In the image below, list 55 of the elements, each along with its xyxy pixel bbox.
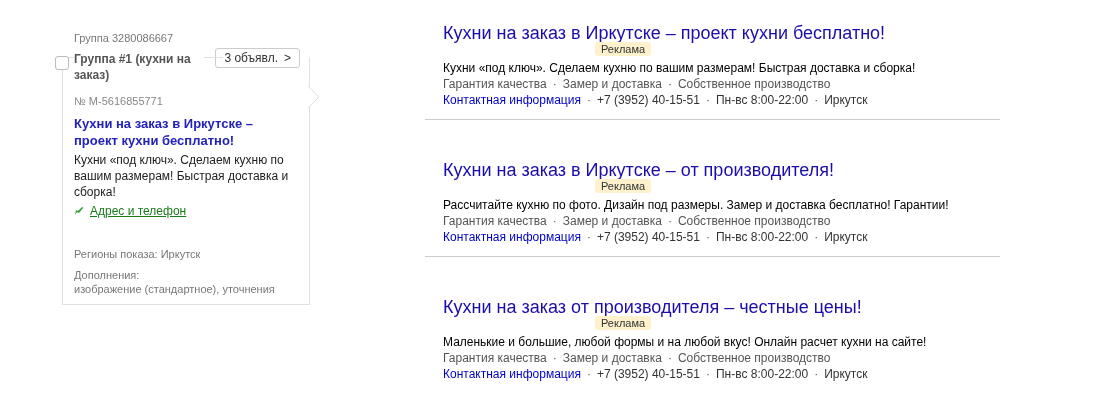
ad-title-link[interactable]: Кухни на заказ от производителя – честные цены! [443,297,1000,317]
separator-dot: · [704,230,711,245]
contact-detail: Пн-вс 8:00-22:00 [715,93,809,108]
contact-detail: Пн-вс 8:00-22:00 [715,230,809,245]
contact-info-link[interactable]: Контактная информация [443,93,581,108]
contact-detail: Иркутск [824,93,868,108]
contact-info-link[interactable]: Контактная информация [443,230,581,245]
group-id: Группа 3280086667 [73,31,175,45]
regions-text: Регионы показа: Иркутск [74,246,202,262]
sitelink[interactable]: Собственное производство [677,77,831,92]
ad-number: № M-5616855771 [74,94,164,109]
ads-count-button[interactable]: 3 объявл. > [215,48,300,68]
address-phone-link[interactable]: Адрес и телефон [90,201,187,220]
extras-text: изображение (стандартное), уточнения [74,282,276,296]
ad-text: Кухни «под ключ». Сделаем кухню по вашим размерам! Быстрая доставка и сборка! [74,151,290,200]
contact-detail: +7 (3952) 40-15-51 [596,93,700,108]
sitelink[interactable]: Замер и доставка [562,214,662,229]
separator-dot: · [551,77,558,92]
ad-title-link[interactable]: Кухни на заказ в Иркутске – от производителя! [443,160,1000,180]
sitelink[interactable]: Замер и доставка [562,77,662,92]
contact-detail: Иркутск [824,230,868,245]
ad-text: Кухни «под ключ». Сделаем кухню по вашим размерам! Быстрая доставка и сборка! [443,60,917,77]
sitelink[interactable]: Гарантия качества [443,77,547,92]
contact-detail: +7 (3952) 40-15-51 [596,230,700,245]
separator-dot: · [551,351,558,366]
ad-label: Реклама [595,179,652,193]
ad-label: Реклама [595,316,652,330]
contact-detail: +7 (3952) 40-15-51 [596,367,700,382]
contact-detail: Иркутск [824,367,868,382]
separator-dot: · [704,367,711,382]
separator-dot: · [704,93,711,108]
ad-text: Маленькие и большие, любой формы и на любой вкус! Онлайн расчет кухни на сайте! [443,334,928,351]
separator-dot: · [666,77,673,92]
ad-title-link[interactable]: Кухни на заказ в Иркутске – проект кухни бесплатно! [74,114,295,149]
separator-dot: · [813,230,820,245]
sitelink[interactable]: Собственное производство [677,351,831,366]
separator-dot: · [585,230,592,245]
separator-dot: · [813,367,820,382]
sitelink[interactable]: Замер и доставка [562,351,662,366]
separator-dot: · [666,214,673,229]
extras-label: Дополнения: [74,268,141,282]
sitelink[interactable]: Гарантия качества [443,214,547,229]
group-checkbox[interactable] [55,56,69,70]
separator-dot: · [585,367,592,382]
ad-label: Реклама [595,42,652,56]
separator-dot: · [666,351,673,366]
sitelink[interactable]: Гарантия качества [443,351,547,366]
separator-dot: · [585,93,592,108]
separator-dot: · [551,214,558,229]
contact-info-link[interactable]: Контактная информация [443,367,581,382]
contact-detail: Пн-вс 8:00-22:00 [715,367,809,382]
sitelink[interactable]: Собственное производство [677,214,831,229]
separator-dot: · [813,93,820,108]
ad-title-link[interactable]: Кухни на заказ в Иркутске – проект кухни бесплатно! [443,23,1000,43]
ad-text: Рассчитайте кухню по фото. Дизайн под размеры. Замер и доставка бесплатно! Гарантии! [443,197,950,214]
